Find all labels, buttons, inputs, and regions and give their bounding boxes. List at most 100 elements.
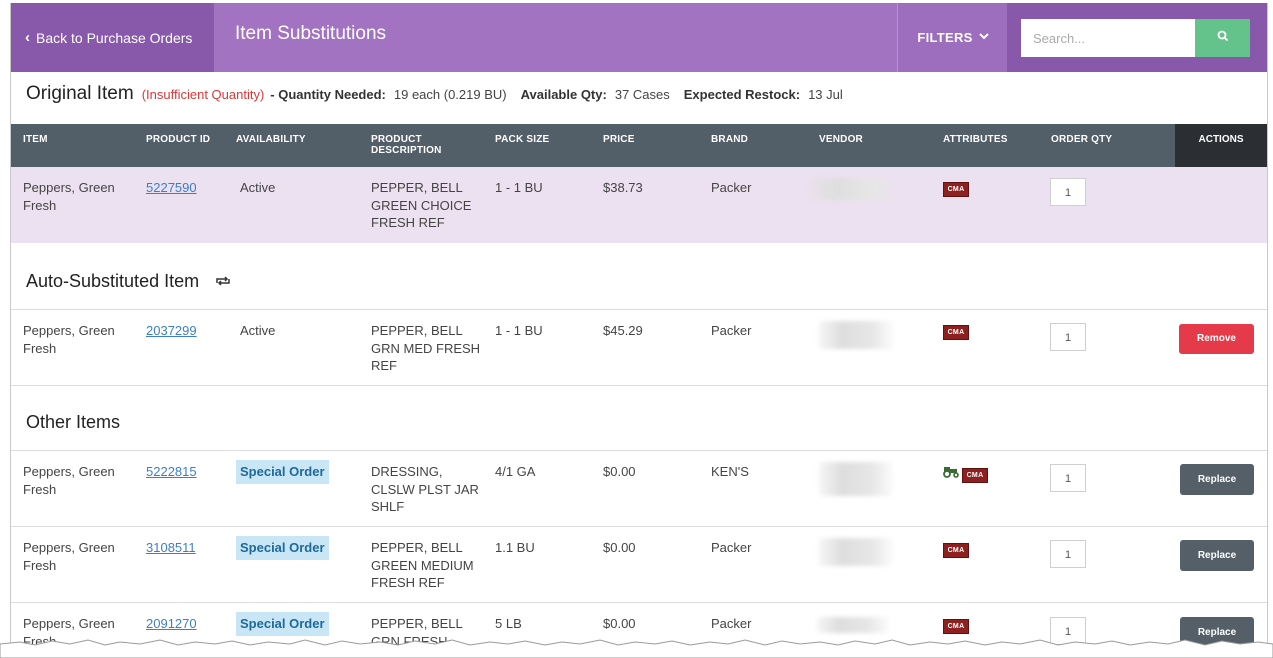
- column-header-description-line1: PRODUCT: [371, 134, 422, 145]
- table-row: Peppers, Green Fresh 5222815 Special Ord…: [11, 451, 1267, 526]
- app-frame: ‹ Back to Purchase Orders Item Substitut…: [10, 3, 1268, 658]
- brand: Packer: [711, 540, 752, 555]
- pack-size: 4/1 GA: [495, 464, 536, 479]
- auto-substituted-row: Peppers, Green Fresh 2037299 Active PEPP…: [11, 310, 1267, 385]
- column-header-vendor: VENDOR: [819, 134, 863, 145]
- special-order-badge: Special Order: [236, 536, 329, 560]
- pack-size: 5 LB: [495, 616, 522, 631]
- table-row: Peppers, Green Fresh 3108511 Special Ord…: [11, 527, 1267, 602]
- availability-status: Special Order: [236, 460, 329, 484]
- cma-badge-icon: CMA: [943, 543, 969, 558]
- price: $0.00: [603, 616, 636, 631]
- product-id-link[interactable]: 5227590: [146, 179, 197, 197]
- order-qty-input[interactable]: 1: [1050, 178, 1086, 206]
- torn-edge-decoration: [0, 639, 1273, 658]
- column-header-brand: BRAND: [711, 134, 749, 145]
- tractor-icon: [942, 464, 960, 478]
- available-qty-value: 37 Cases: [614, 87, 670, 102]
- vendor-redacted: [819, 538, 893, 566]
- column-header-price: PRICE: [603, 134, 635, 145]
- replace-button[interactable]: Replace: [1180, 464, 1254, 495]
- column-header-item: ITEM: [23, 134, 48, 145]
- original-item-row: Peppers, Green Fresh 5227590 Active PEPP…: [11, 167, 1267, 243]
- insufficient-quantity-status: (Insufficient Quantity): [141, 87, 265, 102]
- item-name: Peppers, Green Fresh: [23, 540, 115, 573]
- product-description: DRESSING, CLSLW PLST JAR SHLF: [371, 464, 479, 514]
- auto-substituted-title-text: Auto-Substituted Item: [26, 271, 200, 291]
- item-name: Peppers, Green Fresh: [23, 323, 115, 356]
- pack-size: 1 - 1 BU: [495, 323, 543, 338]
- section-divider: [11, 385, 1267, 386]
- expected-restock-value: 13 Jul: [808, 87, 843, 102]
- original-item-title: Original Item: [26, 83, 134, 104]
- search-area: [1007, 3, 1267, 72]
- other-items-section-title: Other Items: [26, 412, 121, 432]
- order-qty-input[interactable]: 1: [1050, 323, 1086, 351]
- column-header-order-qty: ORDER QTY: [1051, 134, 1113, 145]
- product-description: PEPPER, BELL GREEN CHOICE FRESH REF: [371, 180, 472, 230]
- search-input[interactable]: [1021, 19, 1195, 57]
- brand: Packer: [711, 180, 752, 195]
- product-id-link[interactable]: 5222815: [146, 463, 197, 481]
- pack-size: 1.1 BU: [495, 540, 535, 555]
- vendor-redacted: [819, 462, 893, 496]
- brand: Packer: [711, 616, 752, 631]
- special-order-badge: Special Order: [236, 612, 329, 636]
- vendor-redacted: [811, 178, 895, 200]
- quantity-needed-value: 19 each (0.219 BU): [393, 87, 507, 102]
- chevron-left-icon: ‹: [25, 29, 30, 46]
- availability-status: Active: [240, 323, 276, 338]
- original-item-summary: Original Item (Insufficient Quantity) - …: [26, 83, 843, 111]
- brand: KEN'S: [711, 464, 749, 479]
- vendor-redacted: [817, 617, 889, 633]
- remove-button[interactable]: Remove: [1179, 324, 1254, 354]
- column-header-attributes: ATTRIBUTES: [943, 134, 1008, 145]
- cma-badge-icon: CMA: [962, 468, 988, 483]
- chevron-down-icon: [978, 32, 989, 43]
- page-title: Item Substitutions: [235, 23, 387, 44]
- back-to-purchase-orders-button[interactable]: ‹ Back to Purchase Orders: [11, 3, 214, 72]
- vendor-redacted: [819, 321, 893, 349]
- product-description: PEPPER, BELL GRN MED FRESH REF: [371, 323, 481, 373]
- item-name: Peppers, Green Fresh: [23, 180, 115, 213]
- auto-substituted-section-title: Auto-Substituted Item: [26, 271, 232, 292]
- cma-badge-icon: CMA: [943, 182, 969, 197]
- column-header-actions: ACTIONS: [1175, 124, 1267, 167]
- availability-status: Special Order: [236, 536, 329, 560]
- expected-restock-label: Expected Restock:: [683, 87, 801, 102]
- product-id-link[interactable]: 2091270: [146, 615, 197, 633]
- column-header-product-description: PRODUCT DESCRIPTION: [371, 134, 442, 156]
- column-header-product-id: PRODUCT ID: [146, 134, 211, 145]
- search-icon: [1217, 29, 1229, 47]
- search-button[interactable]: [1195, 19, 1250, 57]
- price: $38.73: [603, 180, 643, 195]
- cma-badge-icon: CMA: [943, 325, 969, 340]
- pack-size: 1 - 1 BU: [495, 180, 543, 195]
- availability-status: Active: [240, 180, 276, 195]
- order-qty-input[interactable]: 1: [1050, 540, 1086, 568]
- availability-status: Special Order: [236, 612, 329, 636]
- replace-button[interactable]: Replace: [1180, 540, 1254, 571]
- filters-label: FILTERS: [917, 30, 973, 45]
- order-qty-input[interactable]: 1: [1050, 464, 1086, 492]
- cma-badge-icon: CMA: [943, 619, 969, 634]
- brand: Packer: [711, 323, 752, 338]
- product-id-link[interactable]: 2037299: [146, 322, 197, 340]
- item-name: Peppers, Green Fresh: [23, 464, 115, 497]
- product-id-link[interactable]: 3108511: [146, 539, 196, 557]
- column-header-description-line2: DESCRIPTION: [371, 145, 442, 156]
- back-button-label: Back to Purchase Orders: [36, 29, 193, 46]
- price: $0.00: [603, 540, 636, 555]
- price: $0.00: [603, 464, 636, 479]
- available-qty-label: Available Qty:: [520, 87, 607, 102]
- filters-button[interactable]: FILTERS: [897, 3, 1008, 72]
- quantity-needed-label: - Quantity Needed:: [270, 87, 386, 102]
- special-order-badge: Special Order: [236, 460, 329, 484]
- table-header: ITEM PRODUCT ID AVAILABILITY PRODUCT DES…: [11, 124, 1267, 167]
- product-description: PEPPER, BELL GREEN MEDIUM FRESH REF: [371, 540, 474, 590]
- column-header-availability: AVAILABILITY: [236, 134, 306, 145]
- top-bar: ‹ Back to Purchase Orders Item Substitut…: [11, 3, 1267, 72]
- column-header-pack-size: PACK SIZE: [495, 134, 550, 145]
- price: $45.29: [603, 323, 643, 338]
- swap-icon: [214, 274, 232, 291]
